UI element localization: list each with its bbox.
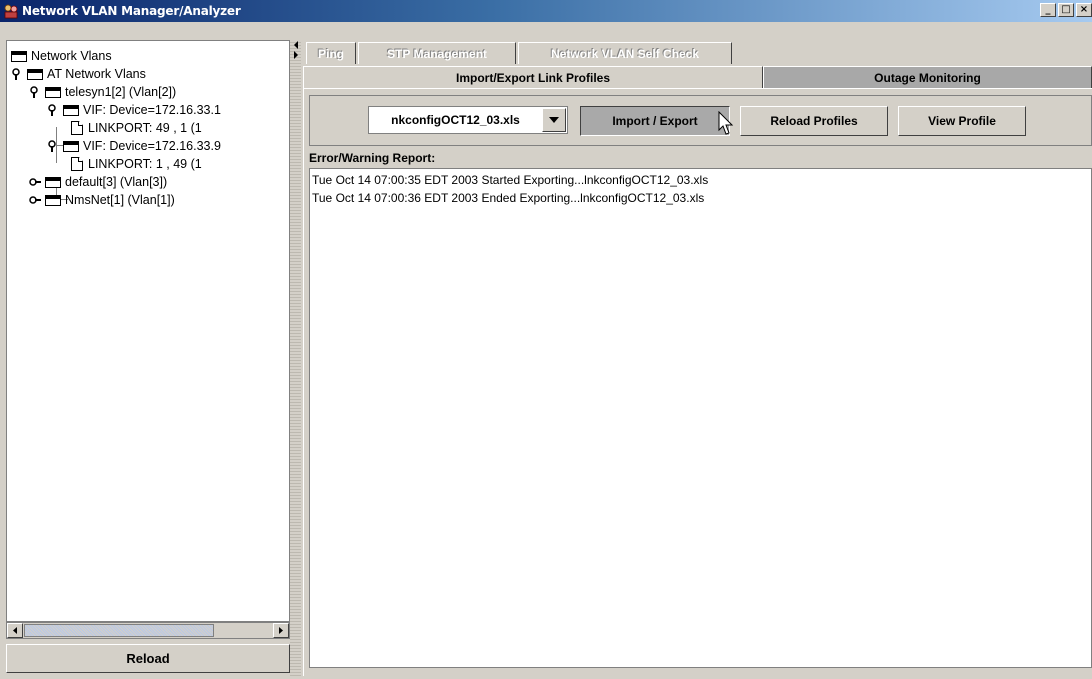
- import-export-button[interactable]: Import / Export: [580, 106, 730, 136]
- folder-icon: [63, 104, 79, 116]
- tab-outage-monitoring[interactable]: Outage Monitoring: [763, 66, 1092, 88]
- tree-item-telesyn1[interactable]: telesyn1[2] (Vlan[2]): [29, 83, 176, 101]
- split-pane-divider[interactable]: [290, 40, 301, 676]
- tree-item-vif-device-1[interactable]: VIF: Device=172.16.33.1: [47, 101, 221, 119]
- reload-button[interactable]: Reload: [6, 644, 290, 673]
- tab-ping[interactable]: Ping: [306, 42, 356, 64]
- folder-icon: [11, 50, 27, 62]
- expanded-handle-icon[interactable]: [47, 104, 57, 116]
- app-icon: [3, 3, 19, 19]
- collapse-left-icon: [294, 41, 298, 59]
- folder-icon: [45, 86, 61, 98]
- folder-icon: [63, 140, 79, 152]
- tree-item-default[interactable]: default[3] (Vlan[3]): [29, 173, 167, 191]
- profile-file-select[interactable]: nkconfigOCT12_03.xls: [368, 106, 568, 134]
- tree-item-at-network-vlans[interactable]: AT Network Vlans: [11, 65, 146, 83]
- scroll-right-button[interactable]: [273, 623, 289, 638]
- tree-item-label: default[3] (Vlan[3]): [65, 175, 168, 189]
- tree-item-linkport-2[interactable]: LINKPORT: 1 , 49 (1: [71, 155, 202, 173]
- tree-item-label: LINKPORT: 1 , 49 (1: [88, 157, 202, 171]
- expanded-handle-icon[interactable]: [47, 140, 57, 152]
- tab-stp-management[interactable]: STP Management: [358, 42, 516, 64]
- file-icon: [71, 121, 83, 135]
- close-button[interactable]: ×: [1076, 3, 1092, 17]
- scroll-left-button[interactable]: [7, 623, 23, 638]
- expanded-handle-icon[interactable]: [11, 68, 21, 80]
- tree-item-label: telesyn1[2] (Vlan[2]): [65, 85, 177, 99]
- minimize-button[interactable]: _: [1040, 3, 1056, 17]
- tree-item-linkport-1[interactable]: LINKPORT: 49 , 1 (1: [71, 119, 202, 137]
- folder-icon: [45, 194, 61, 206]
- report-text-area[interactable]: Tue Oct 14 07:00:35 EDT 2003 Started Exp…: [309, 168, 1092, 668]
- tree-horizontal-scrollbar[interactable]: [6, 622, 290, 639]
- tree-item-label: AT Network Vlans: [47, 67, 146, 81]
- mouse-pointer-icon: [718, 111, 734, 135]
- report-line: Tue Oct 14 07:00:35 EDT 2003 Started Exp…: [312, 173, 709, 187]
- reload-profiles-button[interactable]: Reload Profiles: [740, 106, 888, 136]
- tree-item-label: Network Vlans: [31, 49, 112, 63]
- folder-icon: [45, 176, 61, 188]
- title-bar: Network VLAN Manager/Analyzer _ □ ×: [0, 0, 1092, 22]
- tree-item-label: VIF: Device=172.16.33.1: [83, 103, 221, 117]
- maximize-button[interactable]: □: [1058, 3, 1074, 17]
- tab-import-export-link-profiles[interactable]: Import/Export Link Profiles: [303, 66, 763, 88]
- app-window: Network VLAN Manager/Analyzer _ □ × Netw…: [0, 0, 1092, 679]
- window-title: Network VLAN Manager/Analyzer: [22, 4, 241, 18]
- expanded-handle-icon[interactable]: [29, 86, 39, 98]
- tree-item-nmsnet[interactable]: NmsNet[1] (Vlan[1]): [29, 191, 175, 209]
- profile-file-value: nkconfigOCT12_03.xls: [391, 113, 520, 127]
- file-icon: [71, 157, 83, 171]
- tree-item-network-vlans[interactable]: Network Vlans: [11, 47, 112, 65]
- tab-network-vlan-self-check[interactable]: Network VLAN Self Check: [518, 42, 732, 64]
- collapsed-handle-icon[interactable]: [29, 176, 41, 188]
- scroll-thumb[interactable]: [24, 624, 214, 637]
- tree-item-label: VIF: Device=172.16.33.9: [83, 139, 221, 153]
- report-label: Error/Warning Report:: [309, 151, 436, 165]
- tree-item-label: NmsNet[1] (Vlan[1]): [65, 193, 175, 207]
- view-profile-button[interactable]: View Profile: [898, 106, 1026, 136]
- report-line: Tue Oct 14 07:00:36 EDT 2003 Ended Expor…: [312, 191, 705, 205]
- tree-item-label: LINKPORT: 49 , 1 (1: [88, 121, 202, 135]
- collapsed-handle-icon[interactable]: [29, 194, 41, 206]
- tree-item-vif-device-2[interactable]: VIF: Device=172.16.33.9: [47, 137, 221, 155]
- chevron-down-icon[interactable]: [542, 108, 566, 132]
- vlan-tree[interactable]: Network Vlans AT Network Vlans telesyn1[…: [6, 40, 290, 622]
- folder-icon: [27, 68, 43, 80]
